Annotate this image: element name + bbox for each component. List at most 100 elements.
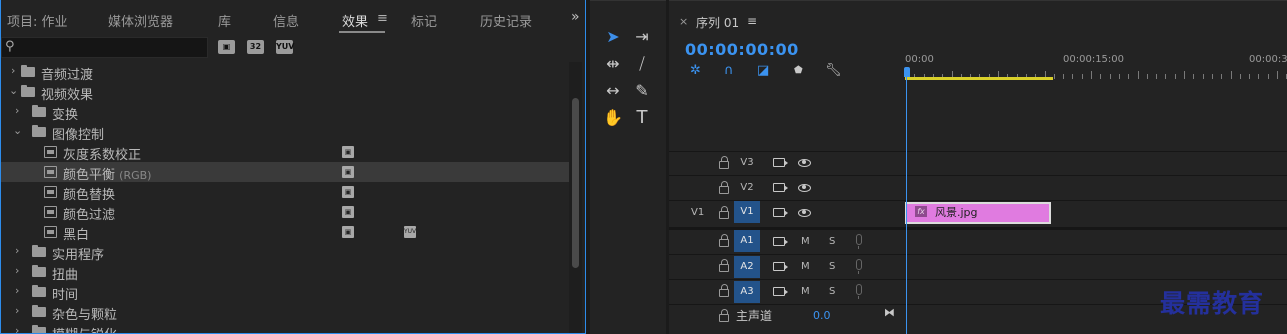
tree-item-color-balance-rgb[interactable]: 颜色平衡 (RGB) ▣ xyxy=(1,162,569,183)
playhead-timecode[interactable]: 00:00:00:00 xyxy=(685,40,799,59)
sync-lock-icon[interactable] xyxy=(773,208,788,217)
snap-icon[interactable]: ∩ xyxy=(724,63,734,78)
effects-search-input[interactable]: ⚲ xyxy=(1,37,208,58)
chevron-right-icon[interactable]: › xyxy=(11,64,15,77)
sync-lock-icon[interactable] xyxy=(773,262,788,271)
selection-tool[interactable]: ➤ xyxy=(601,25,625,49)
sync-lock-icon[interactable] xyxy=(773,287,788,296)
bowtie-icon[interactable]: ⧓ xyxy=(884,306,895,319)
tree-item-gamma-correction[interactable]: 灰度系数校正 ▣ xyxy=(1,142,569,163)
fx-badge-icon: fx xyxy=(915,206,927,217)
lock-icon[interactable] xyxy=(719,156,729,169)
chevron-right-icon[interactable]: › xyxy=(15,304,19,317)
slip-tool[interactable]: ↔ xyxy=(601,79,625,103)
tab-info[interactable]: 信息 xyxy=(273,11,299,30)
playhead-handle[interactable] xyxy=(904,67,910,77)
effect-icon xyxy=(44,186,57,198)
microphone-icon[interactable] xyxy=(856,259,862,274)
pen-tool[interactable]: ✎ xyxy=(630,79,654,103)
tree-item-noise-grain[interactable]: › 杂色与颗粒 xyxy=(1,302,569,323)
track-v3-label[interactable]: V3 xyxy=(734,152,760,174)
lock-icon[interactable] xyxy=(719,284,729,297)
sync-lock-icon[interactable] xyxy=(773,158,788,167)
linked-selection-icon[interactable]: ◪ xyxy=(757,63,769,78)
track-select-forward-tool[interactable]: ⇥ xyxy=(630,25,654,49)
mute-button[interactable]: M xyxy=(801,286,810,297)
track-a1-label[interactable]: A1 xyxy=(734,230,760,252)
eye-icon[interactable] xyxy=(798,209,811,217)
tab-media-browser[interactable]: 媒体浏览器 xyxy=(108,11,173,30)
microphone-icon[interactable] xyxy=(856,234,862,249)
nest-sequence-icon[interactable]: ✲ xyxy=(690,63,701,78)
eye-icon[interactable] xyxy=(798,159,811,167)
accelerated-effects-icon[interactable]: ▣ xyxy=(218,40,235,54)
tab-library[interactable]: 库 xyxy=(218,11,231,30)
solo-button[interactable]: S xyxy=(829,286,835,297)
sync-lock-icon[interactable] xyxy=(773,183,788,192)
chevron-right-icon[interactable]: › xyxy=(15,244,19,257)
tab-sequence[interactable]: 序列 01 xyxy=(696,14,739,31)
hand-tool[interactable]: ✋ xyxy=(601,106,625,130)
chevron-right-icon[interactable]: › xyxy=(15,104,19,117)
tree-item-time[interactable]: › 时间 xyxy=(1,282,569,303)
work-area-bar[interactable] xyxy=(905,77,1053,80)
panel-menu-icon[interactable]: ≡ xyxy=(377,11,388,26)
track-v1-label[interactable]: V1 xyxy=(734,201,760,223)
tree-item-change-color[interactable]: 颜色替换 ▣ xyxy=(1,182,569,203)
track-a2-label[interactable]: A2 xyxy=(734,256,760,278)
chevron-right-icon[interactable]: › xyxy=(15,324,19,333)
lock-icon[interactable] xyxy=(719,309,729,322)
mute-button[interactable]: M xyxy=(801,261,810,272)
tree-item-audio-transitions[interactable]: › 音频过渡 xyxy=(1,62,569,83)
folder-icon xyxy=(32,305,46,317)
add-marker-icon[interactable]: ⬟ xyxy=(794,65,803,76)
solo-button[interactable]: S xyxy=(829,261,835,272)
yuv-effects-icon[interactable]: YUV xyxy=(276,40,294,54)
type-tool[interactable]: T xyxy=(630,106,654,130)
sequence-menu-icon[interactable]: ≡ xyxy=(747,14,757,28)
source-patch-v1[interactable]: V1 xyxy=(691,207,704,218)
tab-project[interactable]: 项目: 作业 xyxy=(7,11,68,30)
tree-item-name: 颜色平衡 xyxy=(63,168,116,183)
chevron-down-icon[interactable]: ⌄ xyxy=(9,84,18,97)
tree-item-blur-sharpen[interactable]: › 模糊与锐化 xyxy=(1,322,569,333)
ripple-edit-tool[interactable]: ⇹ xyxy=(601,52,625,76)
lock-icon[interactable] xyxy=(719,234,729,247)
scrollbar-thumb[interactable] xyxy=(572,98,579,268)
track-divider xyxy=(669,175,1287,176)
tab-markers[interactable]: 标记 xyxy=(411,11,437,30)
tree-item-transform[interactable]: › 变换 xyxy=(1,102,569,123)
razor-tool[interactable]: ⧸ xyxy=(630,52,654,76)
eye-icon[interactable] xyxy=(798,184,811,192)
tree-item-image-control[interactable]: ⌄ 图像控制 xyxy=(1,122,569,143)
tree-item-label: 灰度系数校正 xyxy=(63,148,142,163)
tree-item-video-effects[interactable]: ⌄ 视频效果 xyxy=(1,82,569,103)
lock-icon[interactable] xyxy=(719,259,729,272)
panel-overflow-icon[interactable]: » xyxy=(571,9,580,25)
tree-item-color-pass[interactable]: 颜色过滤 ▣ xyxy=(1,202,569,223)
lock-icon[interactable] xyxy=(719,206,729,219)
effects-scrollbar[interactable] xyxy=(569,62,582,333)
playhead-line[interactable] xyxy=(906,77,907,334)
video-clip[interactable]: fx 风景.jpg xyxy=(905,202,1051,224)
solo-button[interactable]: S xyxy=(829,236,835,247)
tree-item-distort[interactable]: › 扭曲 xyxy=(1,262,569,283)
close-sequence-icon[interactable]: × xyxy=(679,15,688,28)
chevron-right-icon[interactable]: › xyxy=(15,264,19,277)
microphone-icon[interactable] xyxy=(856,284,862,299)
chevron-down-icon[interactable]: ⌄ xyxy=(13,124,22,137)
tree-item-black-white[interactable]: 黑白 ▣ YUV xyxy=(1,222,569,243)
track-v2-label[interactable]: V2 xyxy=(734,177,760,199)
mute-button[interactable]: M xyxy=(801,236,810,247)
lock-icon[interactable] xyxy=(719,181,729,194)
sync-lock-icon[interactable] xyxy=(773,237,788,246)
master-volume-value[interactable]: 0.0 xyxy=(813,309,831,322)
32bit-effects-icon[interactable]: 32 xyxy=(247,40,264,54)
tab-history[interactable]: 历史记录 xyxy=(480,11,532,30)
wrench-icon[interactable]: 🔧︎ xyxy=(825,63,842,78)
tree-item-utility[interactable]: › 实用程序 xyxy=(1,242,569,263)
folder-icon xyxy=(32,265,46,277)
tab-effects[interactable]: 效果 xyxy=(342,11,368,30)
chevron-right-icon[interactable]: › xyxy=(15,284,19,297)
track-a3-label[interactable]: A3 xyxy=(734,281,760,303)
